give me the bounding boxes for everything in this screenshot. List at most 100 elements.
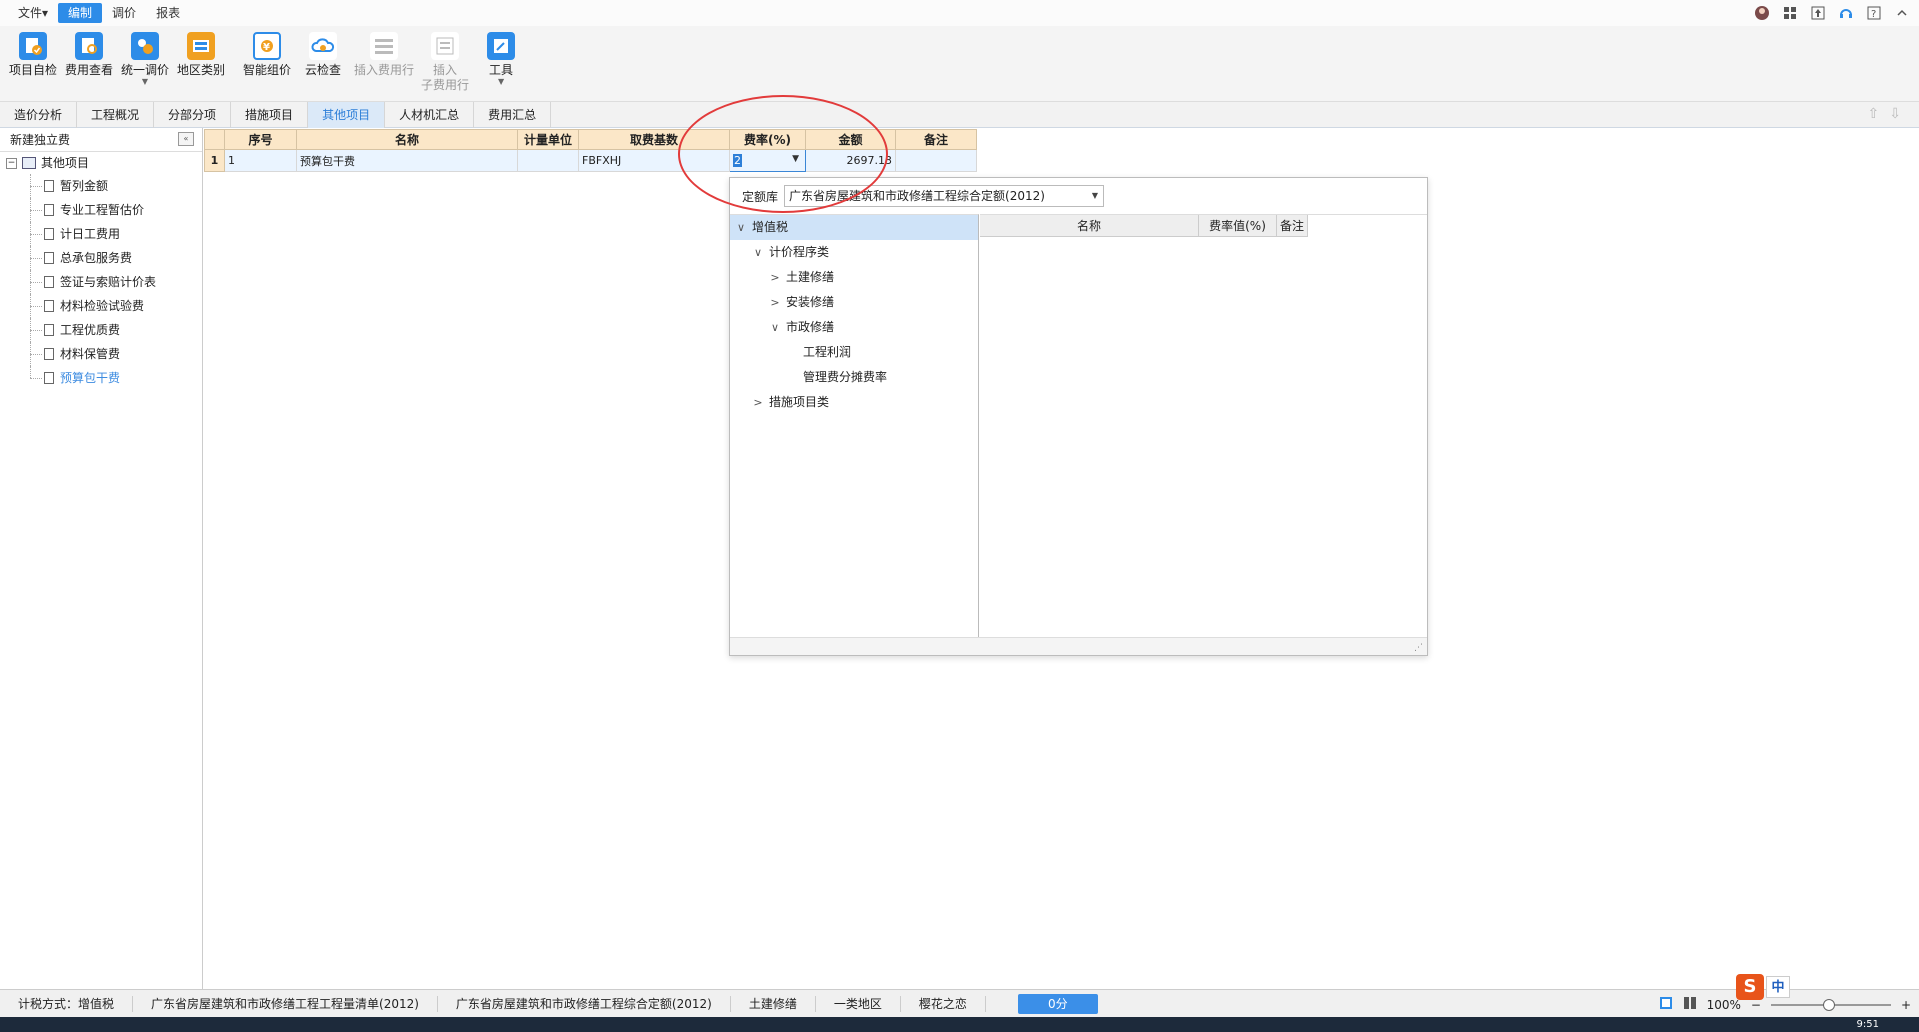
collapse-panel-icon[interactable]: « xyxy=(178,132,194,146)
tab-labor-material-summary[interactable]: 人材机汇总 xyxy=(385,102,475,128)
library-select[interactable]: 广东省房屋建筑和市政修缮工程综合定额(2012) ▼ xyxy=(784,185,1105,207)
rate-tree-item[interactable]: 工程利润 xyxy=(730,340,978,365)
chevron-down-icon[interactable]: ∨ xyxy=(768,315,782,340)
cell-note[interactable] xyxy=(895,149,977,172)
svg-text:?: ? xyxy=(1871,9,1876,20)
rate-tree-item[interactable]: > 土建修缮 xyxy=(730,265,978,290)
col-header-amount: 金额 xyxy=(805,129,896,150)
rate-tree-item[interactable]: 管理费分摊费率 xyxy=(730,365,978,390)
score-badge[interactable]: 0分 xyxy=(1017,993,1098,1014)
cloud-check-icon xyxy=(309,32,337,60)
insert-row-icon xyxy=(370,32,398,60)
tree-item[interactable]: 总承包服务费 xyxy=(0,246,202,270)
tree-item-label: 签证与索赔计价表 xyxy=(60,275,157,289)
chevron-right-icon[interactable]: > xyxy=(751,390,765,415)
tree-item[interactable]: 暂列金额 xyxy=(0,174,202,198)
tree-item-label: 专业工程暂估价 xyxy=(60,203,145,217)
user-avatar-icon[interactable] xyxy=(1753,4,1771,22)
unified-adjust-price-button[interactable]: 统一调价 ▼ xyxy=(120,32,170,86)
tree-item-label: 工程优质费 xyxy=(60,323,121,337)
tree-connector xyxy=(30,210,42,211)
chevron-right-icon[interactable]: > xyxy=(768,290,782,315)
page-view-icon[interactable] xyxy=(1659,996,1673,1013)
document-icon xyxy=(44,372,54,384)
tab-other-items[interactable]: 其他项目 xyxy=(308,102,386,128)
tree-item[interactable]: 材料保管费 xyxy=(0,342,202,366)
tree-item[interactable]: 材料检验试验费 xyxy=(0,294,202,318)
rate-tree-item[interactable]: ∨ 计价程序类 xyxy=(730,240,978,265)
tools-button[interactable]: 工具 ▼ xyxy=(476,32,526,86)
tree-item-label: 计日工费用 xyxy=(60,227,121,241)
move-up-icon[interactable]: ⇧ xyxy=(1868,106,1880,122)
new-independent-fee[interactable]: 新建独立费 « xyxy=(0,128,202,152)
menu-adjust[interactable]: 调价 xyxy=(102,3,146,23)
check-doc-icon xyxy=(19,32,47,60)
tab-cost-analysis[interactable]: 造价分析 xyxy=(0,102,78,128)
zoom-slider[interactable] xyxy=(1770,998,1891,1011)
dropdown-caret-icon[interactable]: ▼ xyxy=(792,154,799,164)
status-bill-spec: 广东省房屋建筑和市政修缮工程工程量清单(2012) xyxy=(133,995,438,1012)
tab-sub-items[interactable]: 分部分项 xyxy=(154,102,232,128)
tree-item[interactable]: 专业工程暂估价 xyxy=(0,198,202,222)
zoom-in-icon[interactable]: + xyxy=(1901,998,1911,1012)
rate-tree-item[interactable]: ∨ 增值税 xyxy=(730,215,978,240)
tree-collapse-icon[interactable]: − xyxy=(6,157,17,169)
split-view-icon[interactable] xyxy=(1683,996,1697,1013)
taskbar: 9:51 xyxy=(0,1017,1919,1032)
row-number: 1 xyxy=(204,149,225,172)
resize-grip-icon[interactable]: ⋰ xyxy=(1414,643,1423,653)
tree-root-other-items[interactable]: − 其他项目 xyxy=(0,152,202,174)
tree-item[interactable]: 计日工费用 xyxy=(0,222,202,246)
tree-item[interactable]: 签证与索赔计价表 xyxy=(0,270,202,294)
module-tabs: 造价分析 工程概况 分部分项 措施项目 其他项目 人材机汇总 费用汇总 ⇧ ⇩ xyxy=(0,102,1919,128)
cell-rate-dropdown[interactable]: 2 ▼ xyxy=(729,149,806,172)
help-icon[interactable]: ? xyxy=(1865,4,1883,22)
insert-cost-row-button[interactable]: 插入费用行 xyxy=(354,32,414,78)
rate-tree-item[interactable]: > 措施项目类 xyxy=(730,390,978,415)
tree-item[interactable]: 工程优质费 xyxy=(0,318,202,342)
window-controls: ? xyxy=(1753,4,1911,22)
tab-project-overview[interactable]: 工程概况 xyxy=(77,102,155,128)
tree-item[interactable]: 预算包干费 xyxy=(0,366,202,390)
chevron-down-icon[interactable]: ∨ xyxy=(751,240,765,265)
col-header-rate-value: 费率值(%) xyxy=(1199,215,1277,236)
zoom-slider-knob[interactable] xyxy=(1822,998,1835,1011)
view-cost-icon xyxy=(75,32,103,60)
upload-icon[interactable] xyxy=(1809,4,1827,22)
menu-edit[interactable]: 编制 xyxy=(58,3,103,23)
smart-price-icon: ¥ xyxy=(253,32,281,60)
rate-tree-item[interactable]: ∨ 市政修缮 xyxy=(730,315,978,340)
collapse-ribbon-icon[interactable] xyxy=(1893,4,1911,22)
svg-text:¥: ¥ xyxy=(263,42,270,53)
cell-seq[interactable]: 1 xyxy=(224,149,297,172)
menu-report[interactable]: 报表 xyxy=(146,3,190,23)
folder-icon xyxy=(22,157,36,169)
grid-corner xyxy=(204,129,225,150)
tab-measures[interactable]: 措施项目 xyxy=(231,102,309,128)
table-row[interactable]: 1 1 预算包干费 FBFXHJ 2 ▼ 2697.13 xyxy=(204,149,977,172)
rate-value[interactable]: 2 xyxy=(733,154,742,167)
grid-menu-icon[interactable] xyxy=(1781,4,1799,22)
tab-cost-summary[interactable]: 费用汇总 xyxy=(474,102,552,128)
cloud-check-button[interactable]: 云检查 xyxy=(298,32,348,78)
view-cost-button[interactable]: 费用查看 xyxy=(64,32,114,78)
col-header-unit: 计量单位 xyxy=(517,129,579,150)
rate-tree-item[interactable]: > 安装修缮 xyxy=(730,290,978,315)
cell-name[interactable]: 预算包干费 xyxy=(296,149,518,172)
insert-sub-cost-row-button[interactable]: 插入 子费用行 xyxy=(420,32,470,93)
cell-base[interactable]: FBFXHJ xyxy=(578,149,730,172)
rate-values-list: 名称 费率值(%) 备注 xyxy=(980,214,1427,637)
status-discipline: 土建修缮 xyxy=(731,995,816,1012)
smart-price-button[interactable]: ¥ 智能组价 xyxy=(242,32,292,78)
move-down-icon[interactable]: ⇩ xyxy=(1889,106,1901,122)
chevron-right-icon[interactable]: > xyxy=(768,265,782,290)
ime-indicator[interactable]: S 中 xyxy=(1736,974,1790,1000)
project-selfcheck-button[interactable]: 项目自检 xyxy=(8,32,58,78)
left-tree-panel: 新建独立费 « − 其他项目 暂列金额专业工程暂估价 计日工费用总承包服务费签证与… xyxy=(0,128,203,989)
menu-file[interactable]: 文件▾ xyxy=(8,3,58,23)
chevron-down-icon[interactable]: ∨ xyxy=(734,215,748,240)
ime-mode[interactable]: 中 xyxy=(1766,976,1790,998)
headset-icon[interactable] xyxy=(1837,4,1855,22)
cell-unit[interactable] xyxy=(517,149,579,172)
region-category-button[interactable]: 地区类别 xyxy=(176,32,226,78)
